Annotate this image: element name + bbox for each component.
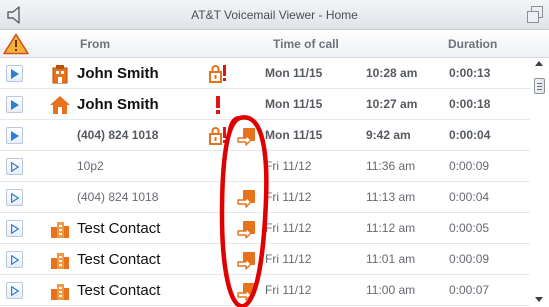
vertical-scrollbar[interactable]: [530, 58, 549, 307]
voicemail-row[interactable]: Test Contact Fri 11/12 11:01 am 0:00:09: [0, 244, 530, 275]
call-day: Fri 11/12: [265, 159, 312, 173]
play-icon: [11, 131, 19, 141]
call-day: Fri 11/12: [265, 252, 312, 266]
caller-name: Test Contact: [77, 220, 161, 237]
restore-window-icon[interactable]: [527, 6, 543, 23]
caller-name: John Smith: [77, 96, 159, 113]
call-duration: 0:00:09: [449, 252, 490, 266]
call-day: Fri 11/12: [265, 190, 312, 204]
forwarded-message-icon: [237, 188, 257, 208]
contact-building-icon: [50, 281, 70, 301]
call-time: 10:28 am: [366, 66, 418, 80]
call-time: 11:36 am: [366, 159, 416, 173]
call-time: 9:42 am: [366, 128, 411, 142]
column-from[interactable]: From: [80, 30, 110, 58]
forwarded-message-icon: [237, 126, 257, 146]
forwarded-message-icon: [237, 219, 257, 239]
column-duration[interactable]: Duration: [448, 30, 497, 58]
call-duration: 0:00:04: [449, 190, 490, 204]
voicemail-viewer-window: AT&T Voicemail Viewer - Home From Time o…: [0, 0, 549, 307]
call-day: Fri 11/12: [265, 283, 312, 297]
play-icon: [11, 100, 19, 110]
call-duration: 0:00:04: [449, 128, 491, 142]
call-duration: 0:00:05: [449, 221, 490, 235]
play-button[interactable]: [6, 189, 23, 206]
caller-name: Test Contact: [77, 282, 161, 299]
call-duration: 0:00:09: [449, 159, 490, 173]
home-icon: [50, 95, 70, 115]
play-button[interactable]: [6, 251, 23, 268]
forwarded-message-icon: [237, 281, 257, 301]
voicemail-row[interactable]: Test Contact Fri 11/12 11:00 am 0:00:07: [0, 275, 530, 306]
voicemail-row[interactable]: (404) 824 1018 Mon 11/15 9:42 am 0:00:04: [0, 120, 530, 151]
column-header: From Time of call Duration: [0, 30, 549, 58]
call-duration: 0:00:18: [449, 97, 491, 111]
play-icon: [11, 69, 19, 79]
warning-triangle-icon: [3, 33, 29, 55]
caller-name: (404) 824 1018: [77, 190, 159, 204]
voicemail-row[interactable]: John Smith Mon 11/15 10:28 am 0:00:13: [0, 58, 530, 89]
caller-name: (404) 824 1018: [77, 128, 159, 142]
caller-name: John Smith: [77, 65, 159, 82]
play-icon: [11, 162, 19, 172]
contact-building-icon: [50, 250, 70, 270]
play-button[interactable]: [6, 220, 23, 237]
play-icon: [11, 255, 19, 265]
call-day: Mon 11/15: [265, 128, 323, 142]
office-building-icon: [50, 64, 70, 84]
caller-name: 10p2: [77, 159, 104, 173]
window-title: AT&T Voicemail Viewer - Home: [191, 8, 358, 22]
scroll-up-arrow-icon[interactable]: [535, 61, 543, 66]
lock-alert-icon: [208, 64, 228, 84]
column-time-of-call[interactable]: Time of call: [273, 30, 339, 58]
voicemail-row[interactable]: John Smith Mon 11/15 10:27 am 0:00:18: [0, 89, 530, 120]
call-duration: 0:00:13: [449, 66, 491, 80]
voicemail-row[interactable]: (404) 824 1018 Fri 11/12 11:13 am 0:00:04: [0, 182, 530, 213]
contact-building-icon: [50, 219, 70, 239]
call-time: 11:12 am: [366, 221, 416, 235]
caller-name: Test Contact: [77, 251, 161, 268]
voicemail-list: John Smith Mon 11/15 10:28 am 0:00:13 John…: [0, 58, 530, 307]
title-bar: AT&T Voicemail Viewer - Home: [0, 0, 549, 30]
play-button[interactable]: [6, 96, 23, 113]
play-button[interactable]: [6, 282, 23, 299]
call-day: Mon 11/15: [265, 97, 323, 111]
call-day: Mon 11/15: [265, 66, 323, 80]
call-time: 11:01 am: [366, 252, 416, 266]
play-icon: [11, 193, 19, 203]
call-time: 11:00 am: [366, 283, 416, 297]
play-icon: [11, 286, 19, 296]
scroll-down-arrow-icon[interactable]: [535, 297, 543, 302]
call-duration: 0:00:07: [449, 283, 490, 297]
call-time: 10:27 am: [366, 97, 418, 111]
urgent-exclamation-icon: [208, 95, 228, 115]
play-button[interactable]: [6, 158, 23, 175]
play-button[interactable]: [6, 127, 23, 144]
voicemail-row[interactable]: Test Contact Fri 11/12 11:12 am 0:00:05: [0, 213, 530, 244]
call-day: Fri 11/12: [265, 221, 312, 235]
lock-alert-icon: [208, 126, 228, 146]
play-icon: [11, 224, 19, 234]
scroll-thumb[interactable]: [534, 78, 545, 94]
play-button[interactable]: [6, 65, 23, 82]
voicemail-row[interactable]: 10p2 Fri 11/12 11:36 am 0:00:09: [0, 151, 530, 182]
call-time: 11:13 am: [366, 190, 416, 204]
forwarded-message-icon: [237, 250, 257, 270]
